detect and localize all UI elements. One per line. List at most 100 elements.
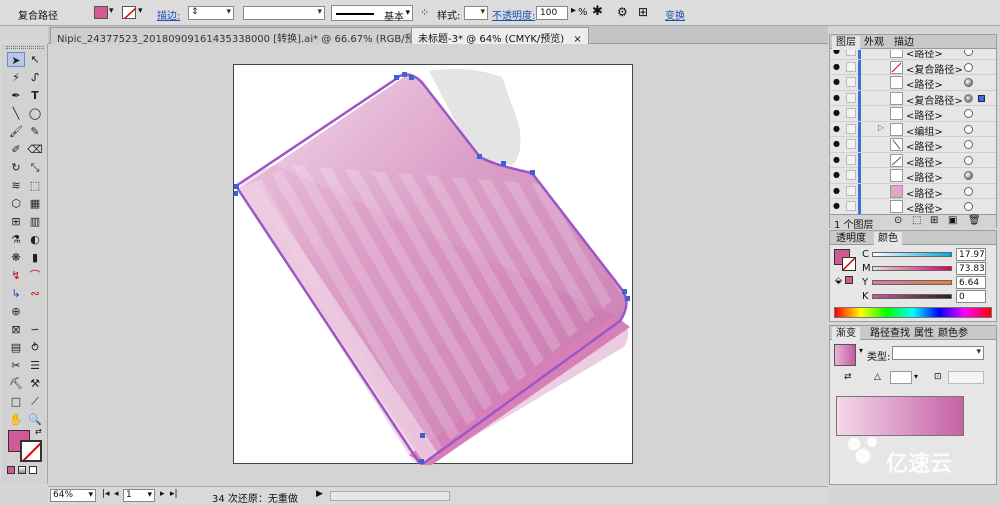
- last-artboard-icon[interactable]: ▸|: [170, 489, 178, 499]
- path-tool-icon[interactable]: ↯: [7, 268, 25, 283]
- reshape-tool-icon[interactable]: ∾: [26, 286, 44, 301]
- zoom-select[interactable]: 64% ▾: [50, 489, 96, 502]
- brush-tool-icon[interactable]: ⟋: [26, 394, 44, 409]
- width-tool-icon[interactable]: ↳: [7, 286, 25, 301]
- eyedropper-tool-icon[interactable]: ⚗: [7, 232, 25, 247]
- target-icon[interactable]: [964, 109, 973, 118]
- chevron-down-icon[interactable]: ▾: [914, 372, 918, 381]
- shape-builder-tool-icon[interactable]: ⬡: [7, 196, 25, 211]
- layer-name[interactable]: <路径>: [906, 50, 943, 60]
- layer-name[interactable]: <路径>: [906, 107, 943, 122]
- target-icon[interactable]: [964, 140, 973, 149]
- tab-document-2[interactable]: 未标题-3* @ 64% (CMYK/预览) ×: [411, 27, 589, 45]
- live-paint-selection-icon[interactable]: ⚒: [26, 376, 44, 391]
- eye-icon[interactable]: ●: [833, 93, 842, 102]
- tab-transparency[interactable]: 透明度: [832, 232, 870, 245]
- list-item[interactable]: ● <路径>: [830, 168, 996, 184]
- eye-icon[interactable]: ●: [833, 171, 842, 179]
- eye-icon[interactable]: ●: [833, 62, 842, 71]
- target-icon[interactable]: [964, 186, 973, 196]
- target-icon[interactable]: [964, 124, 973, 134]
- lock-toggle[interactable]: [846, 50, 856, 56]
- chevron-down-icon[interactable]: ▾: [859, 346, 863, 355]
- trash-icon[interactable]: 🗑: [968, 215, 981, 226]
- layer-name[interactable]: <复合路径>: [906, 92, 963, 107]
- scissors-tool-icon[interactable]: ✂: [7, 358, 25, 373]
- symbol-sprayer-tool-icon[interactable]: ❋: [7, 250, 25, 265]
- type-tool-icon[interactable]: T: [26, 88, 44, 103]
- stroke-color-box[interactable]: [20, 440, 42, 462]
- recolor-icon[interactable]: ✱: [592, 4, 603, 19]
- eye-icon[interactable]: ●: [833, 155, 842, 164]
- free-transform-tool-icon[interactable]: ⬚: [26, 178, 44, 193]
- artboard-select[interactable]: 1 ▾: [123, 489, 155, 502]
- cyan-slider[interactable]: [872, 252, 952, 257]
- eye-icon[interactable]: ●: [833, 186, 842, 195]
- next-artboard-icon[interactable]: ▸: [160, 489, 165, 499]
- stroke-label[interactable]: 描边:: [157, 7, 180, 22]
- angle-input[interactable]: [890, 371, 912, 384]
- black-slider[interactable]: [872, 294, 952, 299]
- lock-toggle[interactable]: [846, 185, 856, 196]
- none-mode-icon[interactable]: [29, 466, 37, 474]
- list-item[interactable]: ● <路径>: [830, 75, 996, 91]
- toolbox-grip[interactable]: [6, 46, 44, 49]
- gradient-mode-icon[interactable]: [18, 466, 26, 474]
- stroke-color-box[interactable]: [842, 257, 856, 271]
- tab-layers[interactable]: 图层: [832, 36, 860, 49]
- eye-icon[interactable]: ●: [833, 50, 842, 55]
- paintbrush-tool-icon[interactable]: 🖌: [7, 124, 25, 139]
- layer-name[interactable]: <路径>: [906, 185, 943, 200]
- eye-icon[interactable]: ●: [833, 140, 842, 148]
- live-paint-tool-icon[interactable]: ⛏: [7, 376, 25, 391]
- tab-gradient[interactable]: 渐变: [832, 327, 860, 340]
- slice-tool-icon[interactable]: ∽: [26, 322, 44, 337]
- layer-name[interactable]: <路径>: [906, 138, 943, 153]
- list-item[interactable]: ● <路径>: [830, 106, 996, 122]
- magenta-slider[interactable]: [872, 266, 952, 271]
- stroke-weight-select[interactable]: ⇕: [188, 6, 234, 20]
- perspective-tool-icon[interactable]: ▦: [26, 196, 44, 211]
- cyan-input[interactable]: 17.97: [956, 248, 986, 261]
- target-icon[interactable]: [964, 62, 973, 72]
- list-item[interactable]: ● <复合路径>: [830, 59, 996, 76]
- eye-icon[interactable]: ●: [833, 78, 842, 86]
- target-icon[interactable]: [964, 78, 973, 87]
- twirl-tool-icon[interactable]: ⥁: [26, 340, 44, 355]
- fill-swatch[interactable]: [94, 6, 108, 19]
- layer-name[interactable]: <路径>: [906, 169, 943, 184]
- selection-tool-icon[interactable]: ➤: [7, 52, 25, 67]
- lasso-tool-icon[interactable]: ᔑ: [26, 70, 44, 85]
- selection-indicator[interactable]: [978, 94, 985, 102]
- aspect-ratio-input[interactable]: [948, 371, 984, 384]
- crosshair-icon[interactable]: ⊕: [7, 304, 25, 319]
- graph-tool-icon[interactable]: ▮: [26, 250, 44, 265]
- options-icon[interactable]: ⁘: [420, 6, 429, 19]
- swap-icon[interactable]: ⇄: [35, 427, 42, 436]
- list-item[interactable]: ● <复合路径>: [830, 90, 996, 107]
- layer-name[interactable]: <路径>: [906, 154, 943, 169]
- stroke-style-select[interactable]: 基本 ▾: [331, 5, 413, 23]
- artboard-tool-icon[interactable]: ⊠: [7, 322, 25, 337]
- list-item[interactable]: ● <路径>: [830, 152, 996, 169]
- tab-appearance[interactable]: 外观: [860, 36, 888, 49]
- artboard[interactable]: [233, 64, 633, 467]
- color-mode-icon[interactable]: [7, 466, 15, 474]
- direct-selection-tool-icon[interactable]: ↖: [26, 52, 44, 67]
- chevron-down-icon[interactable]: ▾: [109, 6, 114, 16]
- column-graph-tool-icon[interactable]: ▤: [7, 340, 25, 355]
- pencil-tool-icon[interactable]: ✎: [26, 124, 44, 139]
- curve-tool-icon[interactable]: ⌒: [26, 268, 44, 283]
- layer-name[interactable]: <路径>: [906, 76, 943, 91]
- yellow-slider[interactable]: [872, 280, 952, 285]
- rotate-tool-icon[interactable]: ↻: [7, 160, 25, 175]
- lock-toggle[interactable]: [846, 201, 856, 211]
- list-item[interactable]: ● <路径>: [830, 199, 996, 214]
- eye-icon[interactable]: ●: [833, 109, 842, 117]
- target-icon[interactable]: [964, 50, 973, 56]
- pen-tool-icon[interactable]: ✒: [7, 88, 25, 103]
- hand-tool-icon[interactable]: ✋: [7, 412, 25, 427]
- list-item[interactable]: ● <路径>: [830, 50, 996, 60]
- lock-toggle[interactable]: [846, 123, 856, 134]
- opacity-stepper[interactable]: ▸: [571, 5, 576, 16]
